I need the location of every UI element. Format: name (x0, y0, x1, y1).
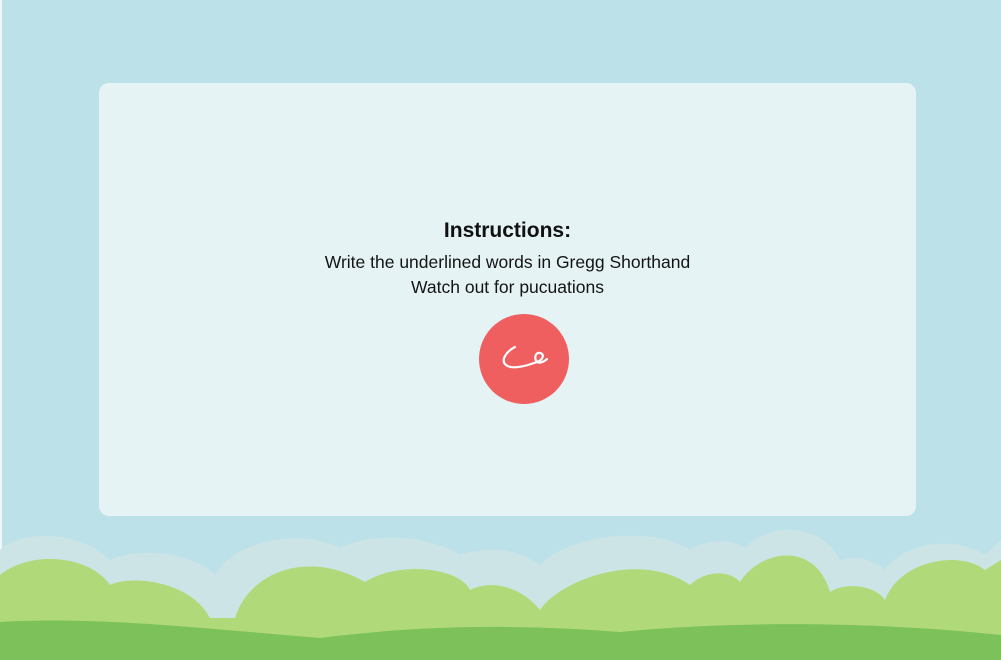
instructions-title: Instructions: (443, 219, 572, 242)
instructions-line-1: Write the underlined words in Gregg Shor… (324, 252, 691, 272)
start-button[interactable] (479, 314, 569, 404)
instructions-line-2: Watch out for pucuations (411, 277, 604, 297)
instructions-panel: Instructions: Write the underlined words… (99, 83, 916, 516)
instructions-block: Instructions: Write the underlined words… (99, 218, 916, 300)
landscape-scenery (0, 529, 1001, 660)
shorthand-stroke-icon (502, 345, 549, 369)
